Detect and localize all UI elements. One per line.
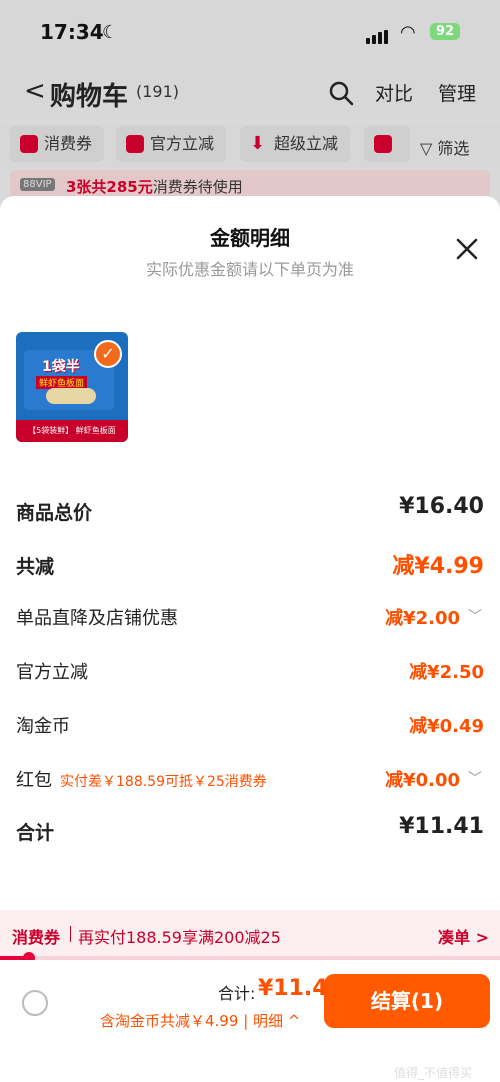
page-title: 购物车: [50, 82, 129, 112]
battery-indicator: 92: [430, 23, 461, 40]
cart-header: < 购物车 (191) 对比 管理: [0, 68, 500, 120]
checkmark-icon[interactable]: ✓: [94, 340, 122, 368]
vip-highlight: 3张共285元: [66, 178, 153, 196]
chevron-down-icon: ﹀: [468, 609, 482, 625]
chip-coupon[interactable]: 消费券: [10, 126, 105, 162]
watermark: 值得_不值得买: [394, 1066, 473, 1080]
product-thumbnail[interactable]: 1袋半 鲜虾鱼板面 【5袋装鲜】 鲜虾鱼板面 ✓: [16, 332, 128, 442]
vip-text: 消费券待使用: [152, 178, 243, 196]
row-sum: 合计 ¥11.41: [16, 814, 484, 844]
checkout-bar: 合计: ¥11.41 含淘金币共减￥4.99 | 明细 ^ 结算(1) 值得_不…: [0, 960, 500, 1082]
coupon-label: 消费券: [12, 928, 61, 947]
checkout-button[interactable]: 结算(1): [324, 974, 490, 1028]
coin-discount-text: 含淘金币共减￥4.99: [100, 1012, 239, 1030]
product-caption: 【5袋装鲜】 鲜虾鱼板面: [16, 420, 128, 442]
select-all-radio[interactable]: [22, 990, 48, 1016]
row-store-discount[interactable]: 单品直降及店铺优惠 减¥2.00 ﹀: [16, 598, 484, 638]
chip-super-discount[interactable]: ⬇ 超级立减: [240, 126, 351, 162]
row-total-price: 商品总价 ¥16.40: [16, 494, 484, 524]
filter-icon: ▽: [420, 139, 433, 158]
close-icon[interactable]: [454, 236, 480, 262]
coupon-icon: [20, 135, 38, 153]
total-label: 合计:: [218, 984, 256, 1003]
detail-toggle[interactable]: | 明细 ^: [243, 1012, 300, 1030]
filter-button[interactable]: ▽ 筛选: [420, 135, 469, 159]
lightning-icon: [126, 135, 144, 153]
row-official-discount: 官方立减 减¥2.50: [16, 662, 484, 683]
chip-more[interactable]: [364, 126, 410, 162]
compare-button[interactable]: 对比: [375, 79, 413, 106]
cart-count: (191): [136, 82, 180, 101]
status-time: 17:34: [40, 20, 104, 44]
chip-official-discount[interactable]: 官方立减: [116, 126, 227, 162]
vip-badge: 88VIP: [20, 178, 55, 191]
moon-icon: ☾: [102, 22, 119, 43]
cellular-signal-icon: [366, 25, 390, 44]
add-items-button[interactable]: 凑单 >: [438, 924, 489, 948]
coupon-message: 再实付188.59享满200减25: [78, 928, 281, 947]
arrow-down-icon: ⬇: [250, 133, 266, 154]
wifi-icon: ◠: [400, 22, 416, 43]
row-coins: 淘金币 减¥0.49: [16, 716, 484, 737]
sheet-subtitle: 实际优惠金额请以下单页为准: [145, 260, 354, 279]
row-redpacket[interactable]: 红包 实付差￥188.59可抵￥25消费券 减¥0.00 ﹀: [16, 760, 484, 800]
back-button[interactable]: <: [24, 76, 46, 106]
redpacket-note: 实付差￥188.59可抵￥25消费券: [60, 774, 267, 790]
search-icon[interactable]: [328, 80, 354, 106]
chevron-down-icon: ﹀: [468, 771, 482, 787]
row-total-discount: 共减 减¥4.99: [16, 554, 484, 579]
status-bar: 17:34 ☾ ◠ 92: [0, 0, 500, 68]
sheet-title: 金额明细: [210, 226, 290, 250]
manage-button[interactable]: 管理: [438, 79, 476, 106]
coupon-progress-bar[interactable]: 消费券 再实付188.59享满200减25 凑单 >: [0, 910, 500, 956]
coupon-icon: [374, 135, 392, 153]
